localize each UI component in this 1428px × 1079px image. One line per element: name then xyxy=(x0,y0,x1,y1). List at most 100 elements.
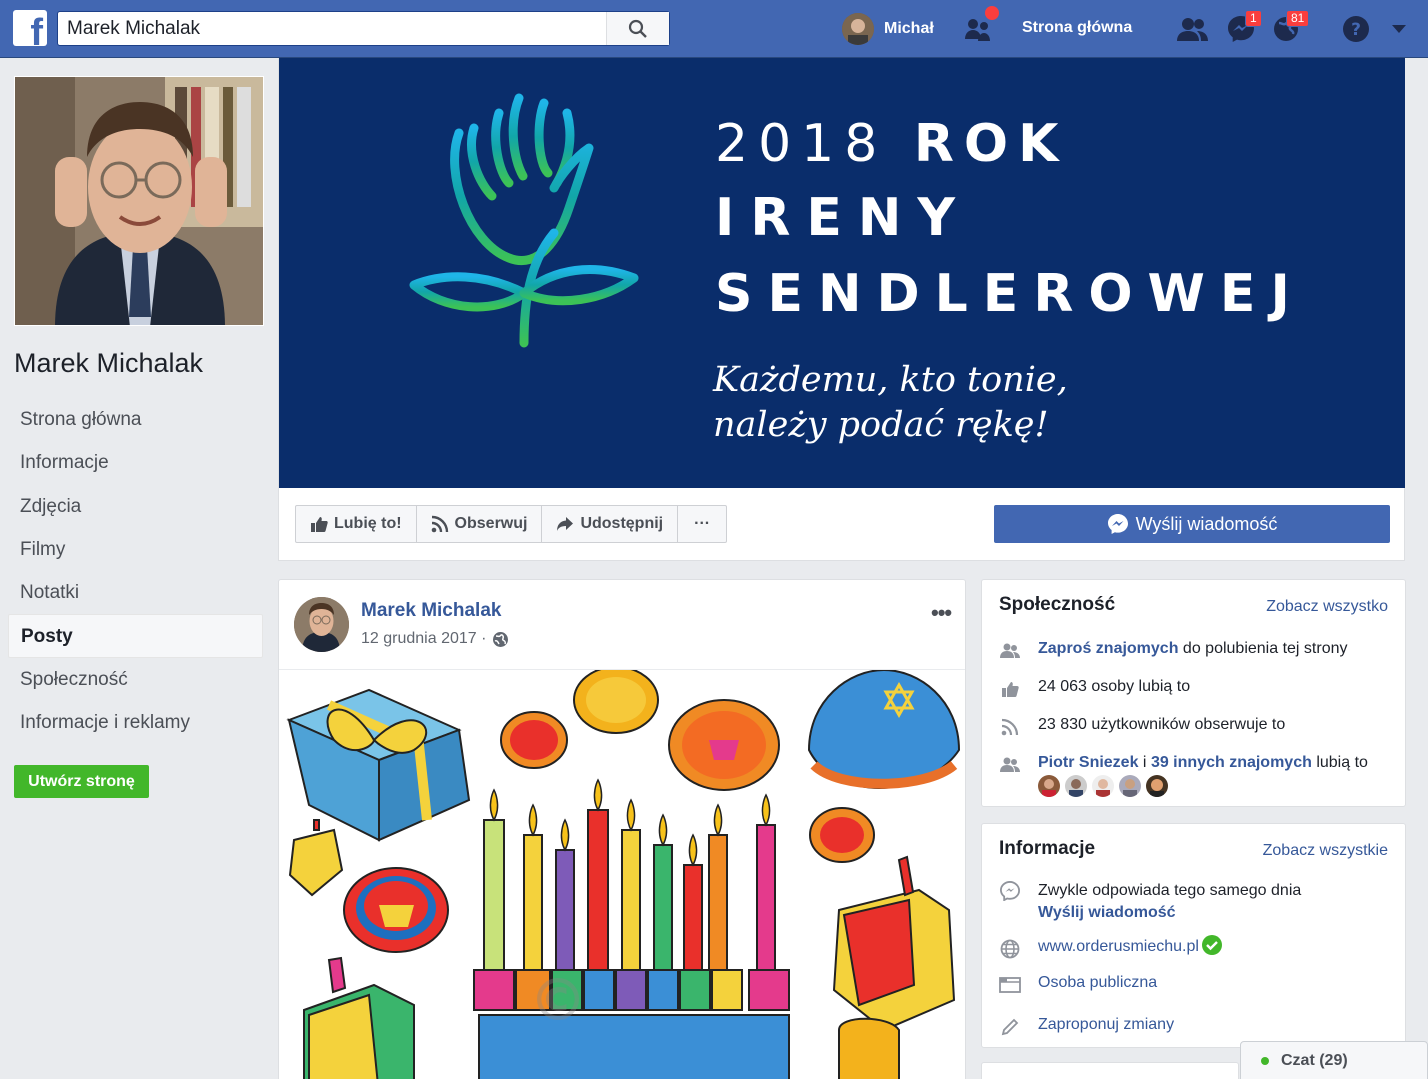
avatar xyxy=(842,13,874,45)
search-input[interactable] xyxy=(58,12,606,45)
post-author-avatar[interactable] xyxy=(294,597,349,652)
find-friends-icon[interactable] xyxy=(963,6,999,44)
thumbs-up-icon xyxy=(999,678,1021,700)
cover-title-line2: IRENY xyxy=(715,188,972,248)
post-author-name[interactable]: Marek Michalak xyxy=(361,600,501,622)
send-message-button[interactable]: Wyślij wiadomość xyxy=(994,505,1390,543)
cover-year: 2018 xyxy=(715,114,888,174)
likes-count: 24 063 osoby lubią to xyxy=(1038,678,1191,695)
svg-text:?: ? xyxy=(1351,20,1361,40)
notifications-globe-icon[interactable]: 81 xyxy=(1270,10,1310,44)
followers-count: 23 830 użytkowników obserwuje to xyxy=(1038,716,1286,733)
avatar[interactable] xyxy=(1146,775,1168,797)
share-label: Udostępnij xyxy=(580,515,664,532)
community-see-all-link[interactable]: Zobacz wszystko xyxy=(1266,598,1388,616)
cover-title-line1: 2018 ROK xyxy=(715,114,1068,174)
online-indicator xyxy=(1261,1057,1269,1065)
cover-tagline: Każdemu, kto tonie, należy podać rękę! xyxy=(713,358,1068,448)
sidebar-item-notes[interactable]: Notatki xyxy=(8,571,263,614)
chevron-down-icon[interactable] xyxy=(1383,14,1415,44)
rss-icon xyxy=(431,515,448,533)
info-see-all-link[interactable]: Zobacz wszystkie xyxy=(1263,842,1388,860)
cover-photo[interactable]: 2018 ROK IRENY SENDLEROWEJ Każdemu, kto … xyxy=(279,58,1405,488)
sidebar-item-info-and-ads[interactable]: Informacje i reklamy xyxy=(8,701,263,744)
cover-tagline-line2: należy podać rękę! xyxy=(713,405,1049,445)
post-image[interactable]: © xyxy=(279,669,965,1079)
messenger-icon[interactable]: 1 xyxy=(1225,10,1262,44)
post-card: Marek Michalak 12 grudnia 2017 · ••• © xyxy=(278,579,966,1079)
thumbs-up-icon xyxy=(311,516,328,532)
friend-link[interactable]: Piotr Sniezek xyxy=(1038,754,1138,771)
response-time: Zwykle odpowiada tego samego dnia xyxy=(1038,882,1302,899)
cover-tagline-line1: Każdemu, kto tonie, xyxy=(713,360,1068,400)
response-text: Zwykle odpowiada tego samego dnia Wyślij … xyxy=(1038,880,1301,924)
page-navigation: Strona główna Informacje Zdjęcia Filmy N… xyxy=(8,398,263,744)
sidebar-item-community[interactable]: Społeczność xyxy=(8,658,263,701)
other-friends-link[interactable]: 39 innych znajomych xyxy=(1151,754,1312,771)
community-title: Społeczność xyxy=(999,594,1116,615)
search-button[interactable] xyxy=(606,12,669,45)
watermark: © xyxy=(529,966,587,1034)
followers-row: 23 830 użytkowników obserwuje to xyxy=(999,716,1399,738)
invite-friends-row: Zaproś znajomych do polubienia tej stron… xyxy=(999,640,1399,662)
invite-text: Zaproś znajomych do polubienia tej stron… xyxy=(1038,640,1347,658)
follow-label: Obserwuj xyxy=(454,515,528,532)
invite-rest: do polubienia tej strony xyxy=(1178,640,1348,657)
avatar[interactable] xyxy=(1065,775,1087,797)
invite-friends-link[interactable]: Zaproś znajomych xyxy=(1038,640,1178,657)
send-message-label: Wyślij wiadomość xyxy=(1135,513,1278,534)
kippah-drawing xyxy=(807,670,961,790)
like-label: Lubię to! xyxy=(334,515,402,532)
more-label: ··· xyxy=(694,515,711,532)
info-send-message-link[interactable]: Wyślij wiadomość xyxy=(1038,904,1176,921)
hanukkah-illustration: © xyxy=(286,670,961,1079)
post-options-icon[interactable]: ••• xyxy=(931,600,952,626)
help-icon[interactable]: ? xyxy=(1340,14,1372,44)
page-actions-bar: Lubię to! Obserwuj Udostępnij ··· xyxy=(295,505,728,543)
messenger-icon xyxy=(1107,514,1128,534)
avatar[interactable] xyxy=(1038,775,1060,797)
cover-section: 2018 ROK IRENY SENDLEROWEJ Każdemu, kto … xyxy=(278,58,1405,561)
suggest-edits-link[interactable]: Zaproponuj zmiany xyxy=(1038,1016,1174,1034)
tulip-hand-logo xyxy=(409,93,639,413)
avatar[interactable] xyxy=(1092,775,1114,797)
candle-holders xyxy=(473,969,790,1079)
friends-like-text: Piotr Sniezek i 39 innych znajomych lubi… xyxy=(1038,754,1368,772)
pencil-icon xyxy=(999,1016,1021,1038)
sidebar-item-photos[interactable]: Zdjęcia xyxy=(8,485,263,528)
response-row: Zwykle odpowiada tego samego dnia Wyślij … xyxy=(999,880,1399,924)
sidebar-item-videos[interactable]: Filmy xyxy=(8,528,263,571)
post-meta: 12 grudnia 2017 · xyxy=(361,630,509,648)
cover-word: ROK xyxy=(913,114,1069,174)
share-button[interactable]: Udostępnij xyxy=(542,506,679,542)
search-icon xyxy=(628,19,647,38)
follow-button[interactable]: Obserwuj xyxy=(417,506,543,542)
rss-icon xyxy=(999,716,1021,738)
sidebar-item-about[interactable]: Informacje xyxy=(8,441,263,484)
profile-picture[interactable] xyxy=(14,76,264,326)
home-link[interactable]: Strona główna xyxy=(1022,19,1132,37)
info-card: Informacje Zobacz wszystkie Zwykle odpow… xyxy=(981,823,1406,1048)
create-page-button[interactable]: Utwórz stronę xyxy=(14,765,149,798)
facebook-logo-icon[interactable]: f xyxy=(13,10,47,46)
website-link[interactable]: www.orderusmiechu.pl xyxy=(1038,938,1199,956)
post-date[interactable]: 12 grudnia 2017 · xyxy=(361,630,486,648)
notification-dot xyxy=(985,6,999,20)
notifications-badge: 81 xyxy=(1286,10,1310,27)
globe-privacy-icon xyxy=(493,631,509,647)
more-options-button[interactable]: ··· xyxy=(678,506,726,542)
chat-label: Czat (29) xyxy=(1281,1052,1348,1069)
sidebar-item-home[interactable]: Strona główna xyxy=(8,398,263,441)
sidebar-item-posts[interactable]: Posty xyxy=(8,614,263,658)
friend-requests-icon[interactable] xyxy=(1177,14,1209,44)
like-button[interactable]: Lubię to! xyxy=(296,506,417,542)
friend-and: i xyxy=(1138,754,1151,771)
menorah-candles-drawing xyxy=(483,809,776,971)
category-link[interactable]: Osoba publiczna xyxy=(1038,974,1157,992)
avatar[interactable] xyxy=(1119,775,1141,797)
profile-link[interactable]: Michał xyxy=(842,12,934,46)
chat-bar[interactable]: Czat (29) xyxy=(1240,1041,1428,1079)
share-arrow-icon xyxy=(557,517,574,531)
category-row: Osoba publiczna xyxy=(999,974,1399,996)
likes-row: 24 063 osoby lubią to xyxy=(999,678,1399,700)
